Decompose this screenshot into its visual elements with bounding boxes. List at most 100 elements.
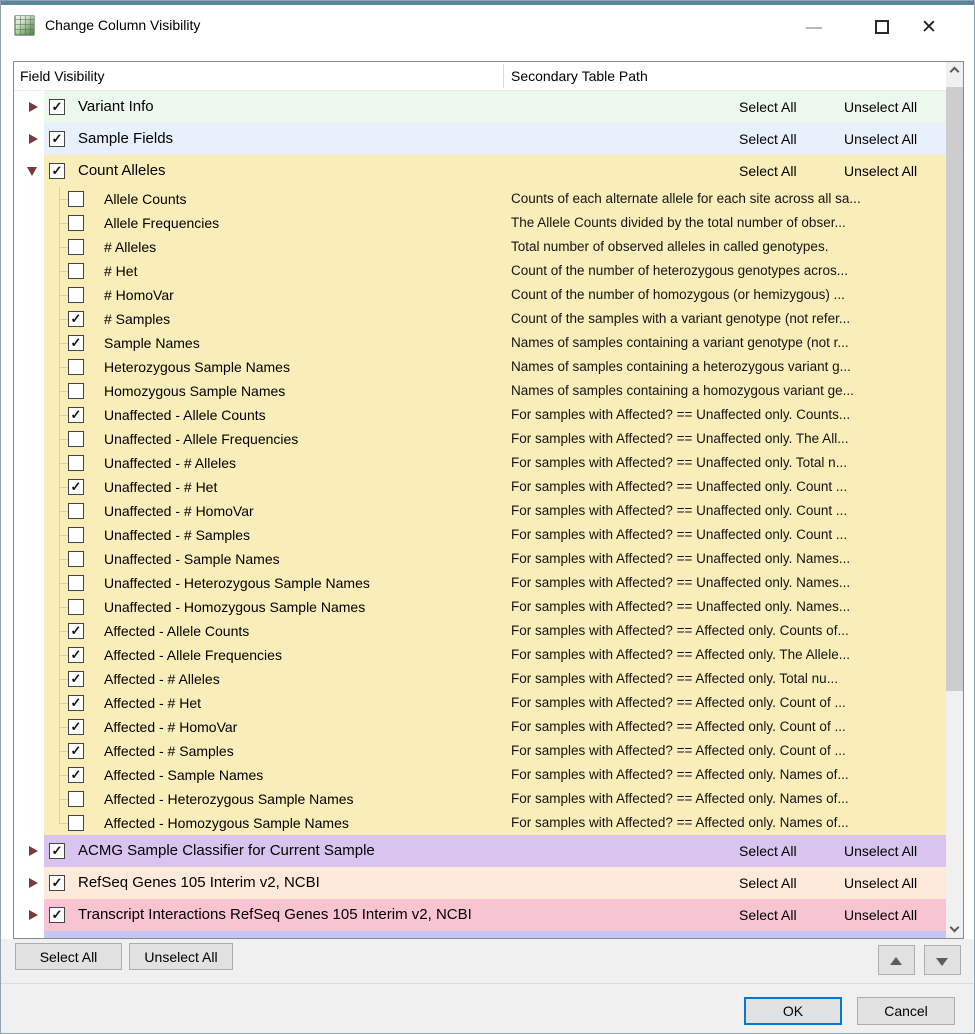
field-checkbox[interactable]: ✓ [68, 743, 84, 759]
group-checkbox[interactable]: ✓ [49, 131, 65, 147]
cancel-button[interactable]: Cancel [857, 997, 955, 1025]
group-row[interactable]: ✓Count AllelesSelect AllUnselect All [14, 155, 946, 187]
expand-icon[interactable] [29, 846, 38, 856]
field-row[interactable]: ✓Unaffected - # HetFor samples with Affe… [14, 475, 946, 499]
collapse-icon[interactable] [27, 167, 37, 176]
ok-button[interactable]: OK [744, 997, 842, 1025]
field-checkbox[interactable] [68, 815, 84, 831]
field-row[interactable]: Allele FrequenciesThe Allele Counts divi… [14, 211, 946, 235]
expand-icon[interactable] [29, 910, 38, 920]
field-label: Unaffected - Homozygous Sample Names [104, 595, 365, 619]
field-checkbox[interactable] [68, 383, 84, 399]
close-button[interactable]: ✕ [909, 13, 951, 43]
field-checkbox[interactable]: ✓ [68, 647, 84, 663]
column-divider[interactable] [503, 64, 504, 88]
unselect-all-link[interactable]: Unselect All [844, 123, 917, 155]
field-checkbox[interactable] [68, 287, 84, 303]
field-row[interactable]: Unaffected - # SamplesFor samples with A… [14, 523, 946, 547]
select-all-link[interactable]: Select All [739, 91, 797, 123]
field-row[interactable]: Homozygous Sample NamesNames of samples … [14, 379, 946, 403]
field-row[interactable]: Affected - Heterozygous Sample NamesFor … [14, 787, 946, 811]
field-row[interactable]: Unaffected - Heterozygous Sample NamesFo… [14, 571, 946, 595]
scroll-down-button[interactable] [946, 921, 963, 938]
unselect-all-link[interactable]: Unselect All [844, 835, 917, 867]
move-down-button[interactable] [924, 945, 961, 975]
field-row[interactable]: ✓# SamplesCount of the samples with a va… [14, 307, 946, 331]
maximize-button[interactable] [861, 13, 903, 43]
field-row[interactable]: Unaffected - Allele FrequenciesFor sampl… [14, 427, 946, 451]
field-checkbox[interactable] [68, 527, 84, 543]
select-all-button[interactable]: Select All [15, 943, 122, 970]
field-checkbox[interactable] [68, 455, 84, 471]
field-row[interactable]: Unaffected - Sample NamesFor samples wit… [14, 547, 946, 571]
move-up-button[interactable] [878, 945, 915, 975]
group-checkbox[interactable]: ✓ [49, 843, 65, 859]
field-row[interactable]: Unaffected - Homozygous Sample NamesFor … [14, 595, 946, 619]
field-checkbox[interactable] [68, 551, 84, 567]
group-row[interactable]: ✓Sample FieldsSelect AllUnselect All [14, 123, 946, 155]
field-row[interactable]: Allele CountsCounts of each alternate al… [14, 187, 946, 211]
unselect-all-link[interactable]: Unselect All [844, 155, 917, 187]
unselect-all-link[interactable]: Unselect All [844, 867, 917, 899]
scroll-up-button[interactable] [946, 62, 963, 79]
field-row[interactable]: ✓Affected - # HetFor samples with Affect… [14, 691, 946, 715]
unselect-all-button[interactable]: Unselect All [129, 943, 233, 970]
vertical-scrollbar[interactable] [946, 62, 963, 938]
unselect-all-link[interactable]: Unselect All [844, 899, 917, 931]
field-row[interactable]: ✓Affected - Allele FrequenciesFor sample… [14, 643, 946, 667]
field-row[interactable]: ✓Affected - # AllelesFor samples with Af… [14, 667, 946, 691]
group-checkbox[interactable]: ✓ [49, 99, 65, 115]
field-checkbox[interactable] [68, 239, 84, 255]
field-checkbox[interactable] [68, 431, 84, 447]
field-row[interactable]: # HomoVarCount of the number of homozygo… [14, 283, 946, 307]
field-checkbox[interactable]: ✓ [68, 479, 84, 495]
field-checkbox[interactable]: ✓ [68, 695, 84, 711]
field-checkbox[interactable] [68, 503, 84, 519]
field-checkbox[interactable] [68, 575, 84, 591]
field-row[interactable]: Unaffected - # AllelesFor samples with A… [14, 451, 946, 475]
select-all-link[interactable]: Select All [739, 899, 797, 931]
select-all-link[interactable]: Select All [739, 835, 797, 867]
group-row[interactable]: ✓Variant InfoSelect AllUnselect All [14, 91, 946, 123]
field-checkbox[interactable]: ✓ [68, 671, 84, 687]
field-row[interactable]: Unaffected - # HomoVarFor samples with A… [14, 499, 946, 523]
field-row[interactable]: # AllelesTotal number of observed allele… [14, 235, 946, 259]
field-row[interactable]: ✓Affected - Allele CountsFor samples wit… [14, 619, 946, 643]
field-checkbox[interactable] [68, 359, 84, 375]
field-row[interactable]: Heterozygous Sample NamesNames of sample… [14, 355, 946, 379]
field-checkbox[interactable] [68, 599, 84, 615]
field-row[interactable]: ✓Affected - # SamplesFor samples with Af… [14, 739, 946, 763]
field-checkbox[interactable] [68, 191, 84, 207]
field-checkbox[interactable]: ✓ [68, 767, 84, 783]
expand-icon[interactable] [29, 878, 38, 888]
field-row[interactable]: ✓Unaffected - Allele CountsFor samples w… [14, 403, 946, 427]
field-checkbox[interactable]: ✓ [68, 335, 84, 351]
scrollbar-thumb[interactable] [946, 87, 963, 691]
group-checkbox[interactable]: ✓ [49, 163, 65, 179]
field-row[interactable]: Affected - Homozygous Sample NamesFor sa… [14, 811, 946, 835]
select-all-link[interactable]: Select All [739, 155, 797, 187]
expand-icon[interactable] [29, 102, 38, 112]
group-checkbox[interactable]: ✓ [49, 875, 65, 891]
field-row[interactable]: # HetCount of the number of heterozygous… [14, 259, 946, 283]
field-checkbox[interactable] [68, 791, 84, 807]
field-checkbox[interactable]: ✓ [68, 311, 84, 327]
expand-icon[interactable] [29, 134, 38, 144]
select-all-link[interactable]: Select All [739, 123, 797, 155]
minimize-button[interactable] [793, 13, 835, 43]
field-checkbox[interactable] [68, 215, 84, 231]
field-checkbox[interactable]: ✓ [68, 719, 84, 735]
field-row[interactable]: ✓Sample NamesNames of samples containing… [14, 331, 946, 355]
field-checkbox[interactable]: ✓ [68, 407, 84, 423]
tree-connector-line [59, 811, 60, 823]
group-row[interactable]: ✓ACMG Sample Classifier for Current Samp… [14, 835, 946, 867]
group-row[interactable]: ✓RefSeq Genes 105 Interim v2, NCBISelect… [14, 867, 946, 899]
unselect-all-link[interactable]: Unselect All [844, 91, 917, 123]
field-checkbox[interactable]: ✓ [68, 623, 84, 639]
select-all-link[interactable]: Select All [739, 867, 797, 899]
group-checkbox[interactable]: ✓ [49, 907, 65, 923]
field-checkbox[interactable] [68, 263, 84, 279]
field-row[interactable]: ✓Affected - Sample NamesFor samples with… [14, 763, 946, 787]
group-row[interactable]: ✓Transcript Interactions RefSeq Genes 10… [14, 899, 946, 931]
field-row[interactable]: ✓Affected - # HomoVarFor samples with Af… [14, 715, 946, 739]
